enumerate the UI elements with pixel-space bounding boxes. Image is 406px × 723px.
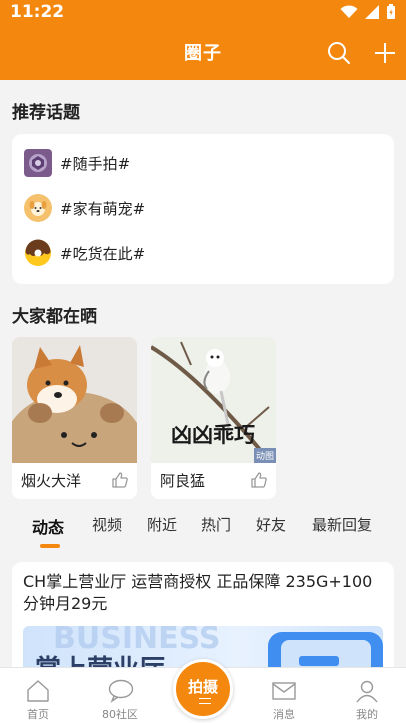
gallery-card[interactable]: 凶凶乖巧 动图 阿良猛 <box>151 337 276 499</box>
thumbs-up-icon[interactable] <box>250 471 268 489</box>
topic-item-foodie[interactable]: #吃货在此# <box>24 238 145 268</box>
bird-photo[interactable]: 凶凶乖巧 动图 <box>151 337 276 463</box>
user-icon <box>356 680 378 703</box>
banner-watermark: BUSINESS <box>53 626 220 656</box>
tab-friends[interactable]: 好友 <box>256 514 286 535</box>
nav-messages[interactable]: 消息 <box>254 668 314 723</box>
status-icons <box>340 4 396 20</box>
add-icon[interactable] <box>372 40 398 66</box>
gallery-author-name[interactable]: 烟火大洋 <box>21 470 81 491</box>
home-icon <box>27 680 49 702</box>
shoot-button[interactable]: 拍摄 <box>173 659 233 719</box>
signal-icon <box>365 5 379 19</box>
thumbs-up-icon[interactable] <box>111 471 129 489</box>
topic-item-snapshot[interactable]: #随手拍# <box>24 148 130 178</box>
nav-community[interactable]: 80社区 <box>90 668 150 723</box>
shoot-button-label: 拍摄 <box>187 678 218 696</box>
pet-dog-icon <box>24 194 52 222</box>
photo-caption: 凶凶乖巧 <box>171 423 255 447</box>
nav-home[interactable]: 首页 <box>8 668 68 723</box>
gallery-author-name[interactable]: 阿良猛 <box>160 470 205 491</box>
tab-nearby[interactable]: 附近 <box>147 514 177 535</box>
topic-item-pets[interactable]: #家有萌宠# <box>24 193 145 223</box>
nav-mine[interactable]: 我的 <box>337 668 397 723</box>
gif-badge: 动图 <box>256 451 274 462</box>
battery-icon <box>387 4 395 19</box>
donut-icon <box>24 239 52 267</box>
topic-label: #吃货在此# <box>60 244 146 263</box>
nav-home-label: 首页 <box>27 708 49 721</box>
topics-section-title: 推荐话题 <box>12 103 80 123</box>
nav-mine-label: 我的 <box>356 708 378 721</box>
topic-label: #家有萌宠# <box>60 199 146 218</box>
status-time: 11:22 <box>10 2 65 22</box>
nav-messages-label: 消息 <box>273 708 295 721</box>
app-bar: 圈子 <box>0 26 406 80</box>
camera-aperture-icon <box>24 149 52 177</box>
mail-icon <box>272 682 296 700</box>
tab-hot[interactable]: 热门 <box>201 514 231 535</box>
tab-latest-replies[interactable]: 最新回复 <box>312 514 372 535</box>
wifi-icon <box>340 5 358 18</box>
tab-videos[interactable]: 视频 <box>92 514 122 535</box>
tab-dynamics[interactable]: 动态 <box>32 514 64 538</box>
shiba-dog-photo[interactable] <box>12 337 137 463</box>
status-bar: 11:22 <box>0 0 406 26</box>
chat-bubble-icon <box>108 679 134 703</box>
topics-card: #随手拍# #家有萌宠# #吃货在此# <box>12 134 394 284</box>
menu-lines-icon <box>199 698 211 704</box>
topic-label: #随手拍# <box>60 154 131 173</box>
gallery-section-title: 大家都在晒 <box>12 307 97 327</box>
post-text[interactable]: CH掌上营业厅 运营商授权 正品保障 235G+100分钟月29元 <box>23 571 383 615</box>
active-tab-indicator <box>40 544 60 548</box>
search-icon[interactable] <box>326 40 352 66</box>
nav-community-label: 80社区 <box>102 708 138 721</box>
feed-tabs: 动态 视频 附近 热门 好友 最新回复 <box>0 510 406 550</box>
gallery-card[interactable]: 烟火大洋 <box>12 337 137 499</box>
